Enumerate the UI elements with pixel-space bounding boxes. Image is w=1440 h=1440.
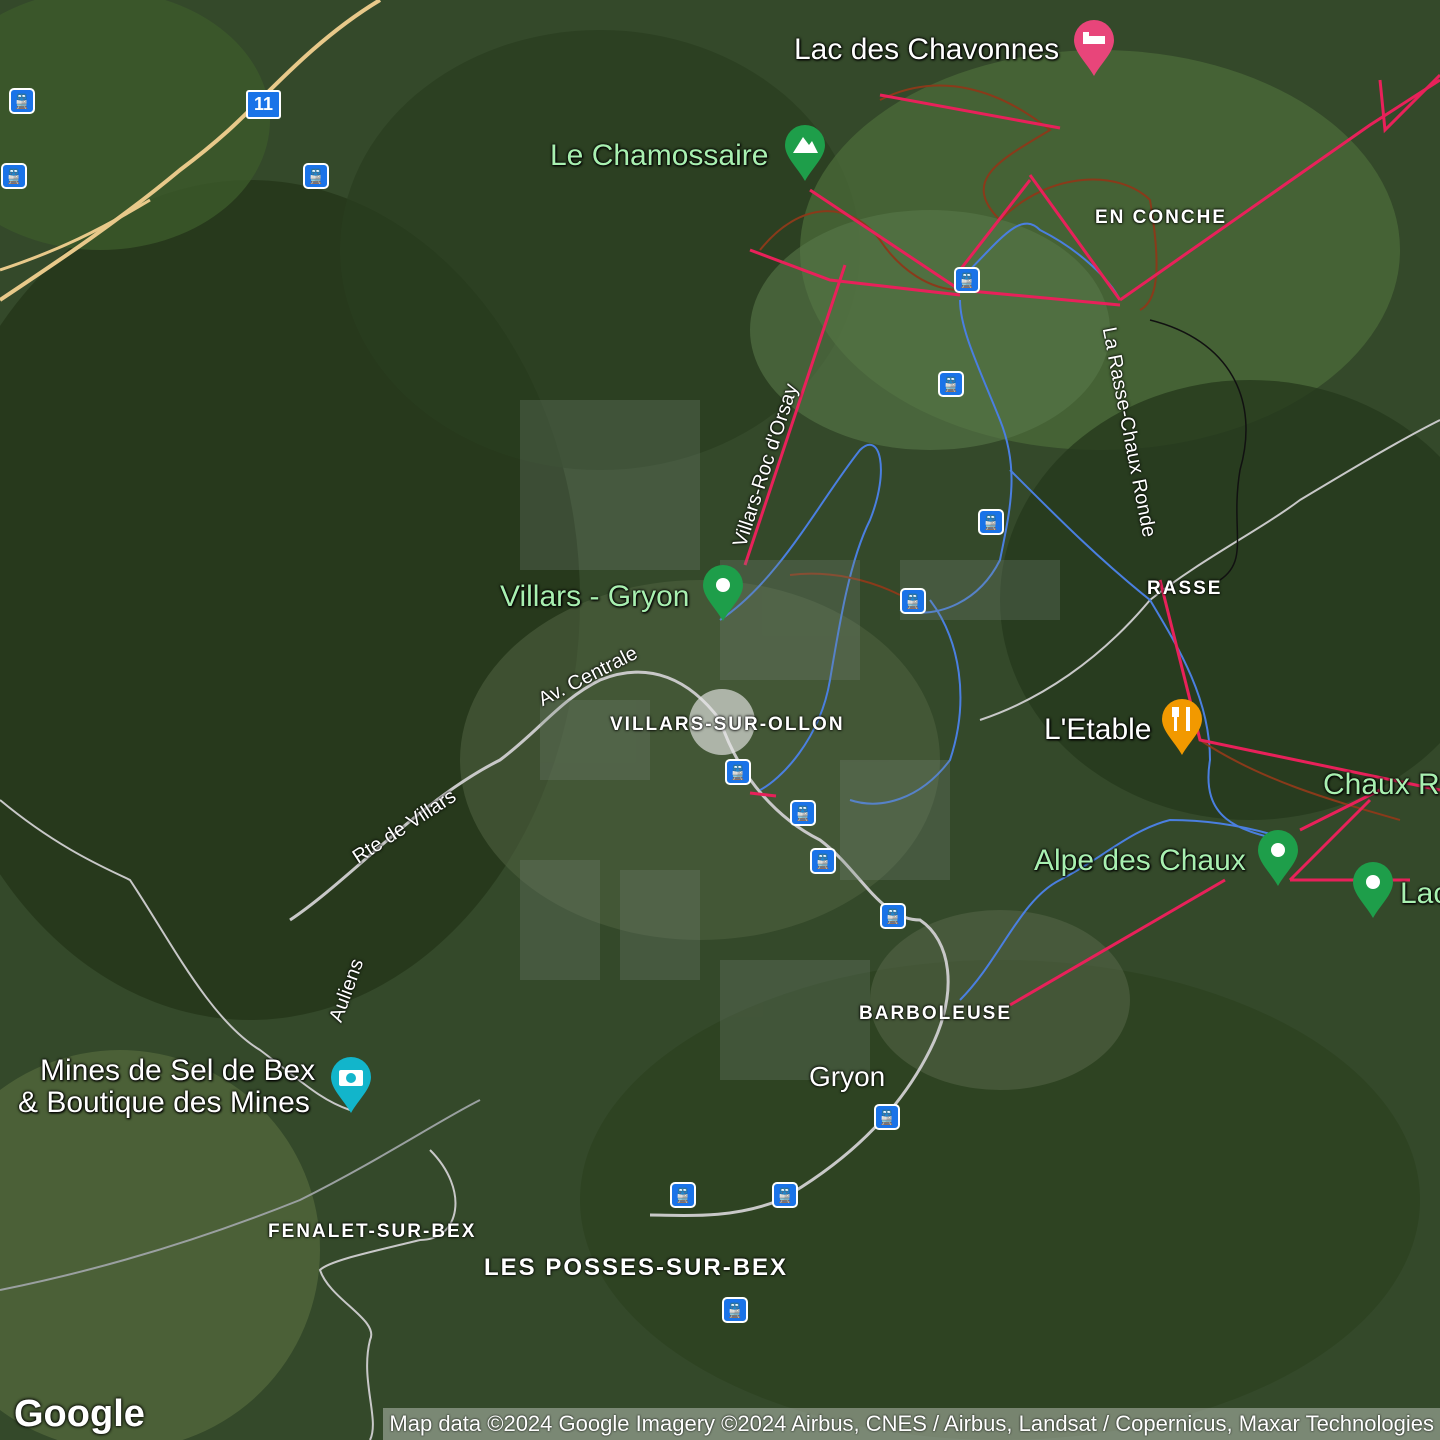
place-label-rasse: RASSE [1147,578,1223,599]
poi-label-l-etable[interactable]: L'Etable [1044,713,1151,747]
location-pin-icon[interactable] [1351,860,1395,920]
train-icon[interactable]: 🚆 [978,509,1004,535]
poi-label-villars-gryon[interactable]: Villars - Gryon [500,580,690,614]
map-canvas[interactable]: 11 🚆 🚆 🚆 🚆 🚆 🚆 🚆 🚆 🚆 🚆 🚆 🚆 🚆 🚆 🚆 Lac des… [0,0,1440,1440]
place-label-fenalet-sur-bex: FENALET-SUR-BEX [268,1221,477,1242]
train-icon[interactable]: 🚆 [772,1182,798,1208]
train-icon[interactable]: 🚆 [874,1104,900,1130]
place-label-villars-sur-ollon: VILLARS-SUR-OLLON [610,714,845,735]
poi-label-mines-line1[interactable]: Mines de Sel de Bex [40,1054,315,1088]
mountain-icon[interactable] [783,123,827,183]
poi-label-alpe-des-chaux[interactable]: Alpe des Chaux [1034,844,1246,878]
train-icon[interactable]: 🚆 [900,588,926,614]
poi-label-chaux-ronde[interactable]: Chaux R [1323,768,1440,802]
google-logo: Google [14,1393,145,1435]
camera-icon[interactable] [329,1055,373,1115]
train-icon[interactable]: 🚆 [810,848,836,874]
route-shield: 11 [246,90,282,119]
bed-icon[interactable] [1072,18,1116,78]
poi-label-lac[interactable]: Lac [1400,877,1440,911]
train-icon[interactable]: 🚆 [725,759,751,785]
train-icon[interactable]: 🚆 [303,163,329,189]
train-icon[interactable]: 🚆 [1,163,27,189]
place-label-barboleuse: BARBOLEUSE [859,1003,1013,1024]
restaurant-icon[interactable] [1160,697,1204,757]
location-pin-icon[interactable] [701,563,745,623]
train-icon[interactable]: 🚆 [954,267,980,293]
map-attribution[interactable]: Map data ©2024 Google Imagery ©2024 Airb… [383,1408,1440,1440]
train-icon[interactable]: 🚆 [880,903,906,929]
poi-label-lac-des-chavonnes[interactable]: Lac des Chavonnes [794,33,1059,67]
train-icon[interactable]: 🚆 [722,1297,748,1323]
poi-label-chamossaire[interactable]: Le Chamossaire [550,139,768,173]
train-icon[interactable]: 🚆 [670,1182,696,1208]
place-label-en-conche: EN CONCHE [1095,207,1228,228]
train-icon[interactable]: 🚆 [9,88,35,114]
location-pin-icon[interactable] [1256,828,1300,888]
poi-label-mines-line2[interactable]: & Boutique des Mines [18,1086,310,1120]
place-label-gryon: Gryon [809,1061,886,1092]
train-icon[interactable]: 🚆 [938,371,964,397]
train-icon[interactable]: 🚆 [790,800,816,826]
place-label-les-posses-sur-bex: LES POSSES-SUR-BEX [484,1254,789,1281]
